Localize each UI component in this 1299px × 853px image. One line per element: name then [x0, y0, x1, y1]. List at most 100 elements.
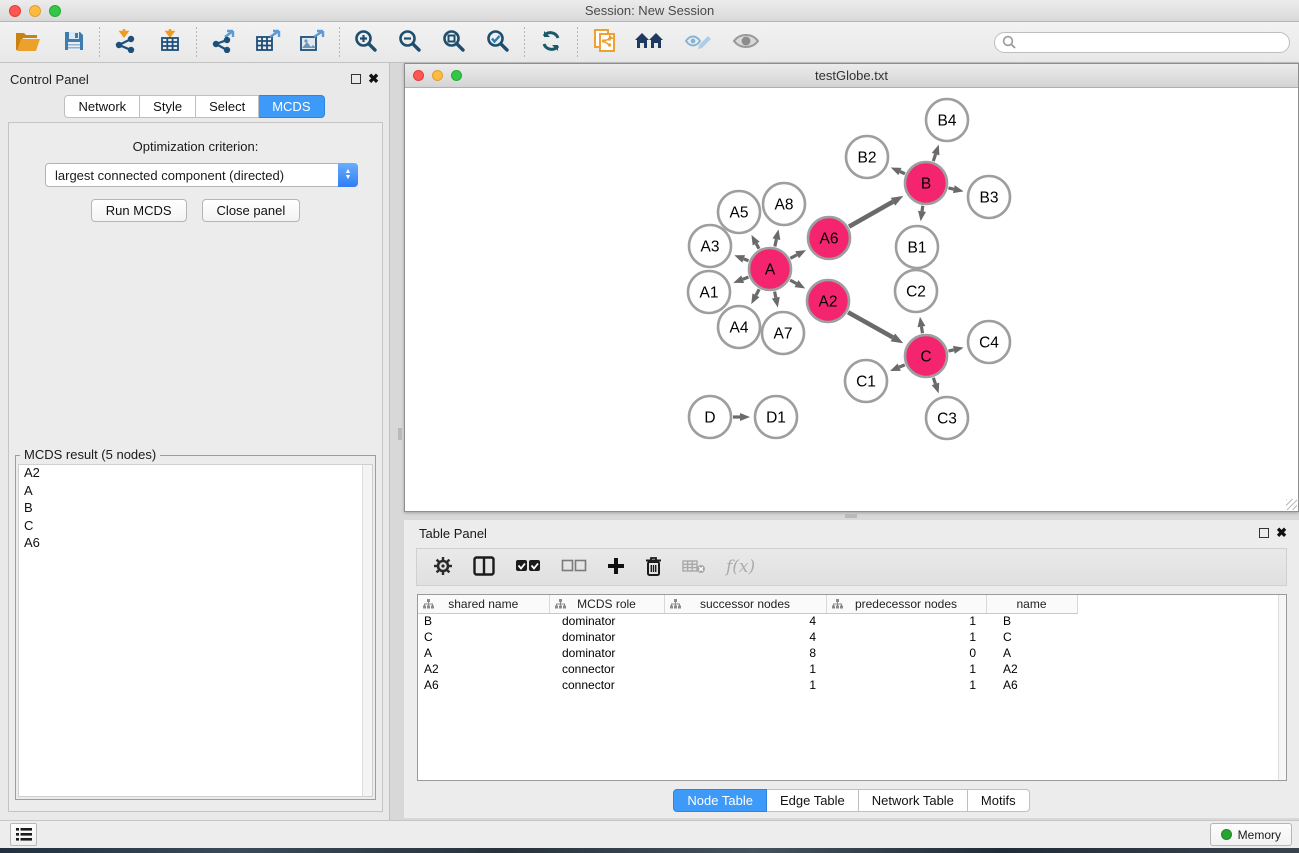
graph-edge-A-A4[interactable]: [751, 289, 759, 304]
splitter-handle[interactable]: [398, 428, 402, 440]
tab-edge-table[interactable]: Edge Table: [767, 789, 859, 812]
zoom-fit-button[interactable]: [436, 26, 472, 58]
add-column-button[interactable]: [607, 557, 625, 578]
table-cell[interactable]: 1: [826, 661, 986, 677]
table-cell[interactable]: dominator: [549, 629, 664, 645]
table-cell[interactable]: 1: [826, 613, 986, 629]
table-cell[interactable]: A2: [418, 661, 549, 677]
table-cell[interactable]: A2: [986, 661, 1077, 677]
graph-edge-A-A6[interactable]: [790, 250, 806, 258]
graph-node-C2[interactable]: C2: [895, 270, 937, 312]
graph-node-A4[interactable]: A4: [718, 306, 760, 348]
graph-edge-C-C3[interactable]: [932, 378, 940, 394]
criterion-dropdown[interactable]: largest connected component (directed) ▲…: [45, 163, 358, 187]
graph-edge-A-A8[interactable]: [773, 229, 781, 246]
table-cell[interactable]: A6: [418, 677, 549, 693]
export-image-button[interactable]: [293, 26, 331, 58]
table-row[interactable]: A2connector11A2: [418, 661, 1278, 677]
splitter-handle[interactable]: [845, 514, 857, 518]
table-cell[interactable]: A6: [986, 677, 1077, 693]
import-network-button[interactable]: [108, 26, 146, 58]
table-cell[interactable]: 4: [664, 629, 826, 645]
graph-node-B4[interactable]: B4: [926, 99, 968, 141]
graph-edge-A-A7[interactable]: [772, 292, 780, 308]
tab-select[interactable]: Select: [196, 95, 259, 118]
network-canvas[interactable]: B4B2BB3A5A8A6A3B1AC2A1A2A4A7C4CC1C3DD1: [405, 88, 1298, 511]
graph-node-C4[interactable]: C4: [968, 321, 1010, 363]
home-layout-button[interactable]: [628, 26, 670, 58]
close-panel-icon[interactable]: ✖: [1276, 528, 1287, 538]
tab-node-table[interactable]: Node Table: [673, 789, 767, 812]
graph-edge-C-C1[interactable]: [890, 363, 905, 371]
toggle-columns-button[interactable]: [473, 556, 495, 579]
save-session-button[interactable]: [57, 26, 91, 58]
delete-table-button[interactable]: [682, 558, 706, 577]
graph-edge-A-A2[interactable]: [790, 280, 805, 288]
task-history-button[interactable]: [10, 823, 37, 846]
graph-node-B2[interactable]: B2: [846, 136, 888, 178]
graph-node-B[interactable]: B: [905, 162, 947, 204]
graph-node-D1[interactable]: D1: [755, 396, 797, 438]
mcds-result-item[interactable]: B: [19, 500, 372, 518]
graph-edge-C-C2[interactable]: [918, 317, 926, 334]
tab-network-table[interactable]: Network Table: [859, 789, 968, 812]
table-cell[interactable]: 1: [664, 677, 826, 693]
graph-edge-A-A5[interactable]: [751, 235, 759, 249]
graph-edge-B-B2[interactable]: [891, 167, 905, 175]
table-cell[interactable]: B: [986, 613, 1077, 629]
float-panel-icon[interactable]: [1259, 528, 1269, 538]
table-row[interactable]: Cdominator41C: [418, 629, 1278, 645]
table-cell[interactable]: A: [418, 645, 549, 661]
mcds-result-item[interactable]: A: [19, 483, 372, 501]
apply-function-button[interactable]: f(x): [726, 557, 755, 577]
mcds-result-item[interactable]: A2: [19, 465, 372, 483]
select-all-rows-button[interactable]: [515, 559, 541, 576]
graph-node-C3[interactable]: C3: [926, 397, 968, 439]
column-header-successor-nodes[interactable]: successor nodes: [664, 595, 826, 613]
memory-button[interactable]: Memory: [1210, 823, 1292, 846]
graph-edge-A6-B[interactable]: [849, 196, 903, 227]
float-panel-icon[interactable]: [351, 74, 361, 84]
resize-grip-icon[interactable]: [1286, 499, 1297, 510]
scrollbar[interactable]: [362, 465, 372, 796]
table-cell[interactable]: C: [418, 629, 549, 645]
table-cell[interactable]: B: [418, 613, 549, 629]
table-cell[interactable]: connector: [549, 677, 664, 693]
close-panel-icon[interactable]: ✖: [368, 74, 379, 84]
graph-edge-D-D1[interactable]: [733, 413, 750, 421]
tab-mcds[interactable]: MCDS: [259, 95, 324, 118]
graph-node-A1[interactable]: A1: [688, 271, 730, 313]
graph-node-D[interactable]: D: [689, 396, 731, 438]
table-cell[interactable]: 8: [664, 645, 826, 661]
mcds-result-list[interactable]: A2ABCA6: [18, 464, 373, 797]
clone-network-button[interactable]: [586, 26, 624, 58]
table-cell[interactable]: 4: [664, 613, 826, 629]
refresh-button[interactable]: [533, 26, 569, 58]
table-cell[interactable]: 1: [826, 677, 986, 693]
table-cell[interactable]: connector: [549, 661, 664, 677]
graph-node-A7[interactable]: A7: [762, 312, 804, 354]
graph-node-B3[interactable]: B3: [968, 176, 1010, 218]
run-mcds-button[interactable]: Run MCDS: [91, 199, 187, 222]
delete-column-button[interactable]: [645, 556, 662, 579]
table-cell[interactable]: C: [986, 629, 1077, 645]
zoom-in-button[interactable]: [348, 26, 384, 58]
table-row[interactable]: Bdominator41B: [418, 613, 1278, 629]
graph-node-B1[interactable]: B1: [896, 226, 938, 268]
tab-network[interactable]: Network: [64, 95, 140, 118]
graph-node-C[interactable]: C: [905, 335, 947, 377]
zoom-selected-button[interactable]: [480, 26, 516, 58]
column-header-predecessor-nodes[interactable]: predecessor nodes: [826, 595, 986, 613]
column-header-shared-name[interactable]: shared name: [418, 595, 549, 613]
zoom-out-button[interactable]: [392, 26, 428, 58]
hide-annotations-button[interactable]: [678, 26, 718, 58]
mcds-result-item[interactable]: A6: [19, 535, 372, 553]
search-input[interactable]: [994, 32, 1290, 53]
graph-edge-C-C4[interactable]: [948, 346, 963, 354]
column-header-name[interactable]: name: [986, 595, 1077, 613]
tab-style[interactable]: Style: [140, 95, 196, 118]
graph-edge-A-A1[interactable]: [733, 276, 748, 283]
export-network-button[interactable]: [205, 26, 243, 58]
graph-edge-A-A3[interactable]: [734, 255, 748, 262]
graph-node-C1[interactable]: C1: [845, 360, 887, 402]
